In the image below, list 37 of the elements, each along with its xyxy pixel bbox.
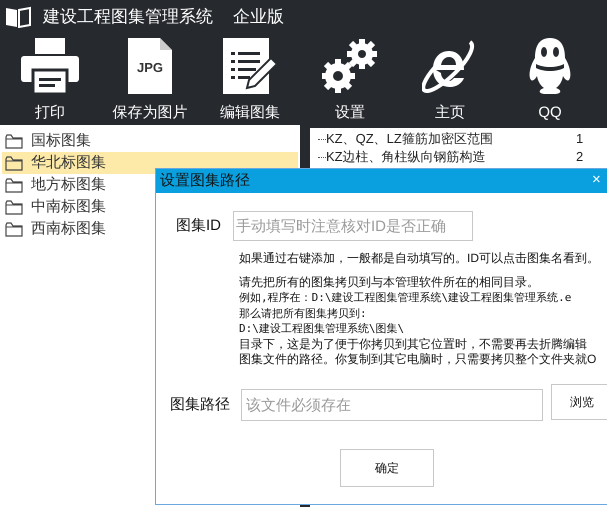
field-label: 图集ID — [176, 216, 221, 236]
toolbar-button[interactable]: QQ — [500, 34, 600, 124]
toolbar-button[interactable]: 打印 — [0, 34, 100, 124]
toolbar-button[interactable]: 设置 — [300, 34, 400, 124]
path-input-field[interactable]: 该文件必须存在 — [241, 389, 543, 422]
window-title: 建设工程图集管理系统 — [43, 6, 213, 28]
folder-icon — [5, 156, 23, 170]
folder-icon — [5, 134, 23, 148]
page-number: 1 — [576, 130, 584, 148]
book-icon — [5, 6, 31, 28]
note-text: 请先把所有的图集拷贝到与本管理软件所在的相同目录。 — [239, 275, 540, 290]
toolbar-button[interactable]: 主页 — [400, 34, 500, 124]
list-item-title[interactable]: KZ、QZ、LZ箍筋加密区范围 — [326, 129, 576, 149]
folder-icon — [5, 200, 23, 214]
note-text: 图集文件的路径。你复制到其它电脑时，只需要拷贝整个文件夹就O — [239, 352, 598, 368]
note-text: 例如,程序在：D:\建设工程图集管理系统\建设工程图集管理系统.e — [239, 290, 572, 306]
note-text: D:\建设工程图集管理系统\图集\ — [239, 321, 406, 337]
printer-icon — [21, 38, 79, 94]
document-icon — [128, 38, 172, 94]
toolbar-button[interactable]: 编辑图集 — [200, 34, 300, 124]
hint-text: 如果通过右键添加，一般都是自动填写的。ID可以点击图集名看到。 — [239, 250, 600, 266]
ok-button[interactable]: 确定 — [340, 449, 434, 488]
icon-caption: JPG — [136, 59, 164, 77]
id-input-field[interactable]: 手动填写时注意核对ID是否正确 — [233, 211, 473, 241]
tree-item[interactable]: 国标图集 — [2, 130, 298, 152]
toolbar-button[interactable]: JPG 保存为图片 — [100, 34, 200, 124]
folder-icon — [5, 222, 23, 236]
note-text: 目录下，这是为了便于你拷贝到其它位置时，不需要再去折腾编辑 — [239, 336, 588, 352]
note-text: 那么请把所有图集拷贝到: — [239, 306, 368, 322]
list-item-title[interactable]: KZ边柱、角柱纵向钢筋构造 — [326, 147, 576, 167]
document-pencil-icon — [223, 38, 277, 94]
edition-label: 企业版 — [233, 6, 284, 28]
browse-button[interactable]: 浏览 — [551, 384, 607, 420]
field-label: 图集路径 — [170, 395, 231, 416]
gears-icon — [322, 38, 378, 94]
folder-icon — [5, 178, 23, 192]
page-number: 2 — [576, 148, 584, 166]
